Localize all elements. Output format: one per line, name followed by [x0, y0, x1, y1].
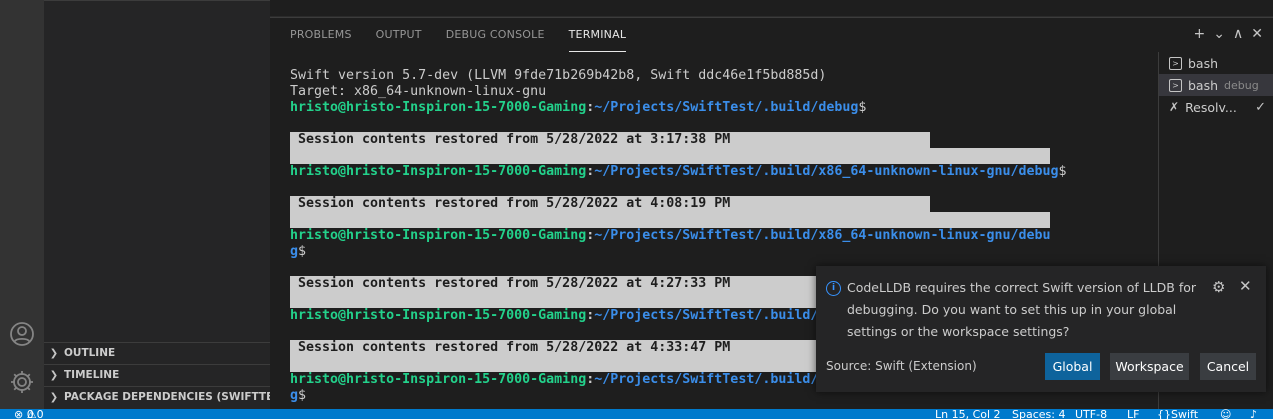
prompt-path: ~/Projects/SwiftTest/.build/debug	[594, 100, 859, 115]
session-restored-banner: Session contents restored from 5/28/2022…	[290, 132, 930, 148]
notifications-bell-icon[interactable]: ♪	[1250, 409, 1257, 419]
panel-tabs: PROBLEMS OUTPUT DEBUG CONSOLE TERMINAL	[290, 28, 650, 52]
notification-close-icon[interactable]: ✕	[1239, 277, 1252, 295]
prompt-path-wrap: g	[290, 388, 299, 403]
tab-problems[interactable]: PROBLEMS	[290, 28, 352, 52]
global-button[interactable]: Global	[1045, 353, 1100, 380]
editor-area	[270, 0, 1273, 17]
terminal-dropdown-chevron-icon[interactable]: ⌄	[1213, 26, 1225, 42]
encoding-status[interactable]: UTF-8	[1075, 409, 1107, 419]
prompt-path: ~/Projects/SwiftTest/.build/	[594, 372, 819, 387]
chevron-right-icon: ❯	[49, 348, 59, 359]
tab-debug-console[interactable]: DEBUG CONSOLE	[446, 28, 545, 52]
new-terminal-plus-icon[interactable]: +	[1194, 26, 1206, 42]
sidebar: ❯ OUTLINE ❯ TIMELINE ❯ PACKAGE DEPENDENCIES…	[44, 0, 270, 409]
prompt-dollar: $	[858, 100, 867, 115]
terminal-prompt: hristo@hristo-Inspiron-15-7000-Gaming:~/…	[290, 100, 1150, 116]
timeline-label: TIMELINE	[64, 369, 120, 381]
panel-actions: + ⌄ ∧ ✕	[1194, 26, 1263, 42]
package-dependencies-label: PACKAGE DEPENDENCIES (SWIFTTE...	[64, 391, 270, 403]
sidebar-top-divider	[44, 0, 270, 17]
terminal-prompt: hristo@hristo-Inspiron-15-7000-Gaming:~/…	[290, 228, 1150, 244]
terminal-prompt: hristo@hristo-Inspiron-15-7000-Gaming:~/…	[290, 164, 1150, 180]
tab-terminal[interactable]: TERMINAL	[568, 28, 627, 52]
errors-count: 0	[26, 409, 34, 419]
prompt-path-wrap: g	[290, 244, 299, 259]
prompt-user: hristo@hristo-Inspiron-15-7000-Gaming	[290, 308, 587, 323]
chevron-right-icon: ❯	[49, 392, 59, 403]
maximize-panel-chevron-up-icon[interactable]: ∧	[1233, 26, 1243, 42]
cancel-button[interactable]: Cancel	[1200, 353, 1256, 380]
status-bar: ⊗ 0 ⚠ 0 Ln 15, Col 2 Spaces: 4 UTF-8 LF …	[0, 409, 1273, 419]
tab-output[interactable]: OUTPUT	[376, 28, 422, 52]
notification-source: Source: Swift (Extension)	[826, 359, 977, 373]
terminal-tab-label: bash	[1188, 77, 1219, 93]
prompt-path: ~/Projects/SwiftTest/.build/	[594, 308, 819, 323]
check-icon: ✓	[1255, 99, 1266, 115]
indentation-status[interactable]: Spaces: 4	[1012, 409, 1065, 419]
notification-toast: i CodeLLDB requires the correct Swift ve…	[816, 266, 1266, 392]
cursor-position[interactable]: Ln 15, Col 2	[935, 409, 1001, 419]
prompt-user: hristo@hristo-Inspiron-15-7000-Gaming	[290, 372, 587, 387]
terminal-tab-label: bash	[1188, 55, 1219, 71]
terminal-tab-tag: debug	[1224, 78, 1259, 92]
feedback-icon[interactable]: ☺	[1220, 409, 1231, 419]
terminal-tab-bash-debug[interactable]: > bash debug	[1159, 74, 1273, 96]
notification-message: CodeLLDB requires the correct Swift vers…	[847, 280, 1197, 339]
session-restored-bar	[290, 148, 1050, 164]
language-label: Swift	[1171, 409, 1199, 419]
problems-status[interactable]: ⊗ 0 ⚠ 0	[14, 409, 44, 419]
timeline-section[interactable]: ❯ TIMELINE	[44, 364, 270, 386]
terminal-tab-bash[interactable]: > bash	[1159, 52, 1273, 74]
terminal-tab-label: Resolv...	[1185, 99, 1237, 115]
chevron-right-icon: ❯	[49, 370, 59, 381]
terminal-tab-resolve[interactable]: ✗ Resolv... ✓	[1159, 96, 1273, 118]
prompt-user: hristo@hristo-Inspiron-15-7000-Gaming	[290, 228, 587, 243]
terminal-icon: >	[1169, 78, 1182, 92]
prompt-dollar: $	[298, 244, 307, 259]
tools-icon: ✗	[1169, 100, 1180, 114]
activity-bar	[0, 0, 44, 409]
prompt-dollar: $	[298, 388, 307, 403]
prompt-user: hristo@hristo-Inspiron-15-7000-Gaming	[290, 164, 587, 179]
session-restored-banner: Session contents restored from 5/28/2022…	[290, 196, 930, 212]
terminal-icon: >	[1169, 56, 1182, 70]
manage-gear-icon[interactable]	[8, 368, 36, 396]
terminal-prompt-wrap: g$	[290, 244, 1150, 260]
terminal-line: Target: x86_64-unknown-linux-gnu	[290, 84, 547, 99]
eol-status[interactable]: LF	[1127, 409, 1139, 419]
notification-settings-gear-icon[interactable]: ⚙	[1212, 278, 1225, 296]
account-icon[interactable]	[8, 320, 36, 348]
warnings-count: 0	[36, 409, 44, 419]
language-mode[interactable]: {} Swift	[1157, 409, 1198, 419]
package-dependencies-section[interactable]: ❯ PACKAGE DEPENDENCIES (SWIFTTE...	[44, 386, 270, 408]
prompt-user: hristo@hristo-Inspiron-15-7000-Gaming	[290, 100, 587, 115]
info-icon: i	[826, 281, 841, 296]
workspace-button[interactable]: Workspace	[1110, 353, 1189, 380]
prompt-dollar: $	[1058, 164, 1067, 179]
outline-section[interactable]: ❯ OUTLINE	[44, 342, 270, 364]
session-restored-bar	[290, 212, 1050, 228]
terminal-line: Swift version 5.7-dev (LLVM 9fde71b269b4…	[290, 68, 827, 83]
outline-label: OUTLINE	[64, 347, 116, 359]
close-panel-icon[interactable]: ✕	[1251, 26, 1263, 42]
prompt-path: ~/Projects/SwiftTest/.build/x86_64-unkno…	[594, 228, 1051, 243]
prompt-path: ~/Projects/SwiftTest/.build/x86_64-unkno…	[594, 164, 1059, 179]
